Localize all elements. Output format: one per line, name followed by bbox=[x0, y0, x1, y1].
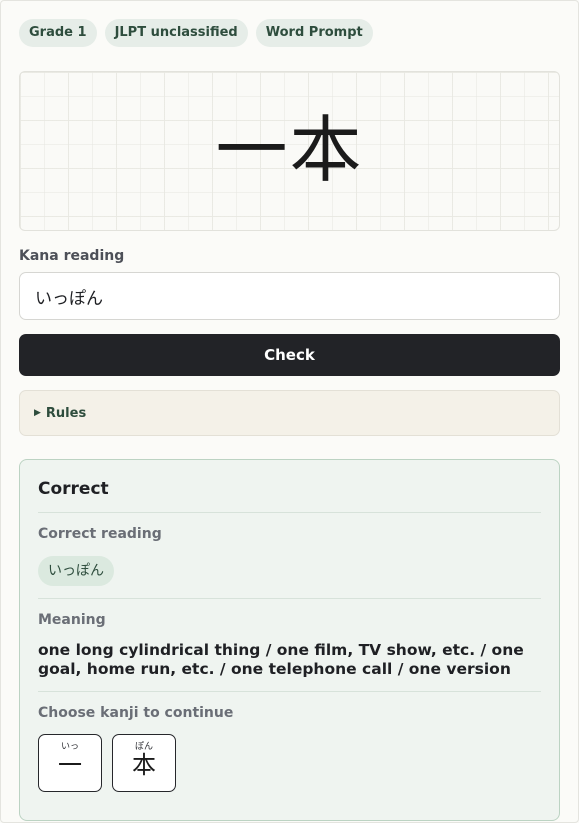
correct-reading-label: Correct reading bbox=[38, 526, 162, 542]
rules-label: Rules bbox=[45, 405, 87, 421]
tag-prompt-type: Word Prompt bbox=[255, 19, 373, 47]
divider bbox=[38, 598, 541, 599]
divider bbox=[38, 512, 541, 513]
tag-list: Grade 1 JLPT unclassified Word Prompt bbox=[19, 19, 373, 47]
rules-disclosure[interactable]: ▶ Rules bbox=[19, 390, 560, 436]
choose-kanji-label: Choose kanji to continue bbox=[38, 705, 234, 721]
kanji-choice-button[interactable]: いっ 一 bbox=[38, 734, 102, 792]
tag-jlpt: JLPT unclassified bbox=[104, 19, 248, 47]
meaning-label: Meaning bbox=[38, 612, 106, 628]
kanji-character: 本 bbox=[132, 751, 156, 779]
kanji-choice-button[interactable]: ぽん 本 bbox=[112, 734, 176, 792]
kanji-choice-list: いっ 一 ぽん 本 bbox=[38, 734, 176, 792]
prompt-word: 一本 bbox=[215, 108, 364, 192]
kana-reading-label: Kana reading bbox=[19, 248, 125, 264]
result-panel: Correct Correct reading いっぽん Meaning one… bbox=[19, 459, 560, 821]
kanji-character: 一 bbox=[58, 751, 82, 779]
check-button[interactable]: Check bbox=[19, 334, 560, 376]
disclosure-triangle-icon: ▶ bbox=[34, 408, 41, 418]
meaning-text: one long cylindrical thing / one film, T… bbox=[38, 641, 524, 678]
divider bbox=[38, 691, 541, 692]
tag-grade: Grade 1 bbox=[19, 19, 97, 47]
prompt-display: 一本 bbox=[19, 71, 560, 231]
correct-reading-chip: いっぽん bbox=[38, 556, 114, 586]
result-status: Correct bbox=[38, 479, 109, 499]
kana-reading-input[interactable] bbox=[19, 272, 560, 320]
